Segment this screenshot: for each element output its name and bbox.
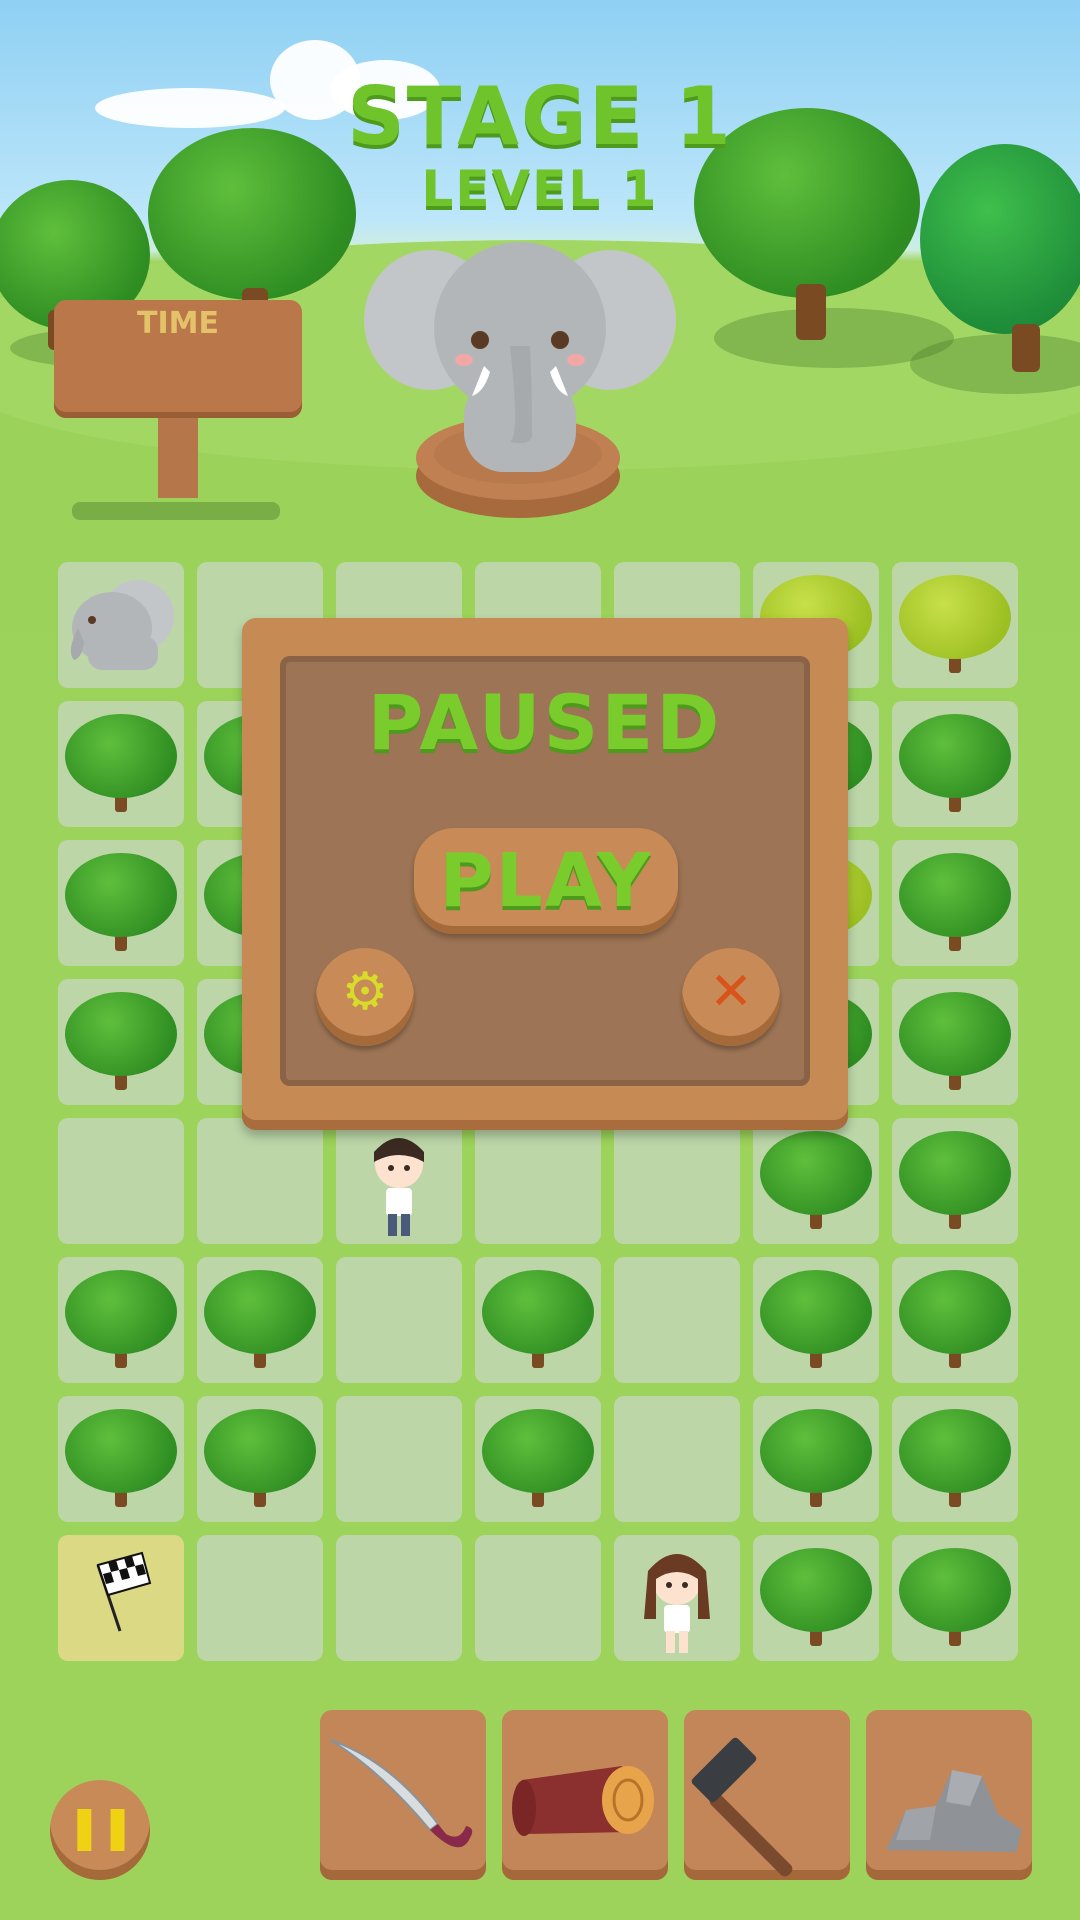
time-label: TIME — [137, 306, 219, 341]
board-cell[interactable] — [336, 1257, 462, 1383]
board-cell[interactable] — [58, 562, 184, 688]
sign-shadow — [72, 502, 280, 520]
board-cell[interactable] — [197, 1535, 323, 1661]
play-button[interactable]: PLAY — [414, 828, 678, 934]
tool-machete[interactable] — [320, 1710, 486, 1880]
board-cell[interactable] — [614, 1257, 740, 1383]
gear-icon: ⚙ — [341, 962, 389, 1022]
level-title: LEVEL 1 — [421, 160, 659, 218]
pause-icon: ❚❚ — [66, 1802, 135, 1851]
board-cell[interactable] — [614, 1396, 740, 1522]
board-cell[interactable] — [753, 1257, 879, 1383]
board-cell[interactable] — [892, 1396, 1018, 1522]
checkered-flag-icon — [96, 1551, 152, 1632]
board-cell[interactable] — [475, 1535, 601, 1661]
board-cell[interactable] — [892, 1535, 1018, 1661]
board-cell[interactable] — [336, 1396, 462, 1522]
girl-character-icon — [644, 1554, 710, 1653]
pause-dialog: PAUSED PLAY ⚙ ✕ — [242, 618, 848, 1130]
board-cell[interactable] — [58, 840, 184, 966]
log-icon — [512, 1766, 654, 1836]
goal-cell[interactable] — [58, 1535, 184, 1661]
board-cell[interactable] — [753, 1396, 879, 1522]
machete-icon — [329, 1739, 473, 1848]
board-cell[interactable] — [614, 1118, 740, 1244]
paused-title: PAUSED — [367, 678, 723, 767]
tool-rocks[interactable] — [866, 1710, 1032, 1880]
board-cell[interactable] — [753, 1118, 879, 1244]
board-cell[interactable] — [58, 1118, 184, 1244]
board-cell[interactable] — [197, 1257, 323, 1383]
board-cell[interactable] — [892, 701, 1018, 827]
stage-title: STAGE 1 — [347, 70, 733, 163]
board-cell[interactable] — [197, 1396, 323, 1522]
close-button[interactable]: ✕ — [682, 948, 780, 1046]
board-cell[interactable] — [892, 979, 1018, 1105]
board-cell[interactable] — [475, 1257, 601, 1383]
settings-button[interactable]: ⚙ — [316, 948, 414, 1046]
close-icon: ✕ — [709, 962, 753, 1022]
board-cell[interactable] — [475, 1396, 601, 1522]
board-cell[interactable] — [475, 1118, 601, 1244]
board-cell[interactable] — [892, 1257, 1018, 1383]
sign-post — [158, 416, 198, 498]
elephant-icon — [70, 580, 174, 670]
boy-character-icon[interactable] — [336, 1118, 462, 1244]
board-cell[interactable] — [58, 1257, 184, 1383]
board-cell[interactable] — [58, 979, 184, 1105]
board-cell[interactable] — [336, 1118, 462, 1244]
board-cell[interactable] — [892, 562, 1018, 688]
board-cell[interactable] — [58, 1396, 184, 1522]
board-cell[interactable] — [892, 1118, 1018, 1244]
board-cell[interactable] — [753, 1535, 879, 1661]
play-label: PLAY — [439, 838, 653, 924]
board-cell[interactable] — [892, 840, 1018, 966]
board-cell[interactable] — [197, 1118, 323, 1244]
board-cell[interactable] — [58, 701, 184, 827]
board-cell[interactable] — [336, 1535, 462, 1661]
tool-log[interactable] — [502, 1710, 668, 1880]
elephant-icon — [364, 242, 676, 518]
hammer-icon — [691, 1737, 793, 1877]
pause-button[interactable]: ❚❚ — [50, 1780, 150, 1880]
game-scene: STAGE 1 LEVEL 1 TIME PAUSED PLAY ⚙ ✕ ❚❚ — [0, 0, 1080, 1920]
board-cell[interactable] — [614, 1535, 740, 1661]
tool-hammer[interactable] — [684, 1710, 850, 1880]
rocks-icon — [886, 1770, 1022, 1852]
